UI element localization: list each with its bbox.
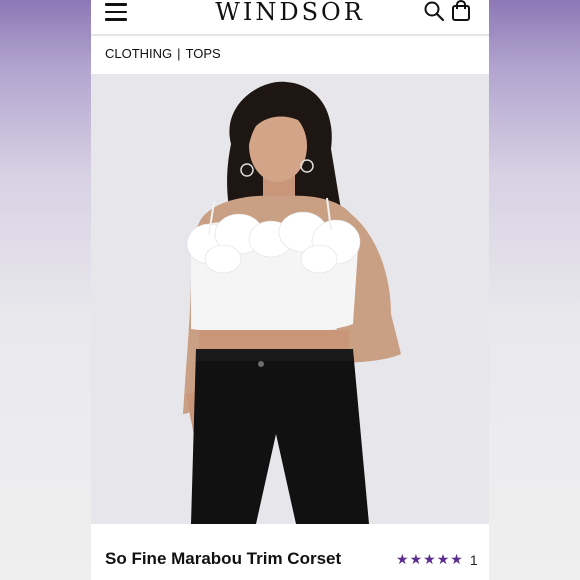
model-photo <box>91 74 489 524</box>
search-icon[interactable] <box>423 0 445 22</box>
product-page: WINDSOR CLOTHING | TOPS So Fine Marabou … <box>91 0 489 580</box>
breadcrumb-separator: | <box>177 46 181 61</box>
shopping-bag-icon[interactable] <box>451 0 471 22</box>
breadcrumb: CLOTHING | TOPS <box>105 46 221 61</box>
breadcrumb-item-tops[interactable]: TOPS <box>186 46 221 61</box>
star-icon: ★ <box>450 551 463 567</box>
product-title: So Fine Marabou Trim Corset <box>105 549 342 568</box>
star-icon: ★ <box>409 551 423 567</box>
breadcrumb-item-clothing[interactable]: CLOTHING <box>105 46 172 61</box>
site-header: WINDSOR <box>91 0 489 36</box>
star-icon: ★ <box>396 551 409 567</box>
product-image[interactable] <box>91 74 489 524</box>
star-icon: ★ <box>423 551 436 567</box>
rating-count[interactable]: 1 <box>470 552 478 568</box>
product-rating[interactable]: ★ ★ ★ ★ ★ 1 <box>396 551 478 568</box>
star-icon: ★ <box>436 551 450 567</box>
